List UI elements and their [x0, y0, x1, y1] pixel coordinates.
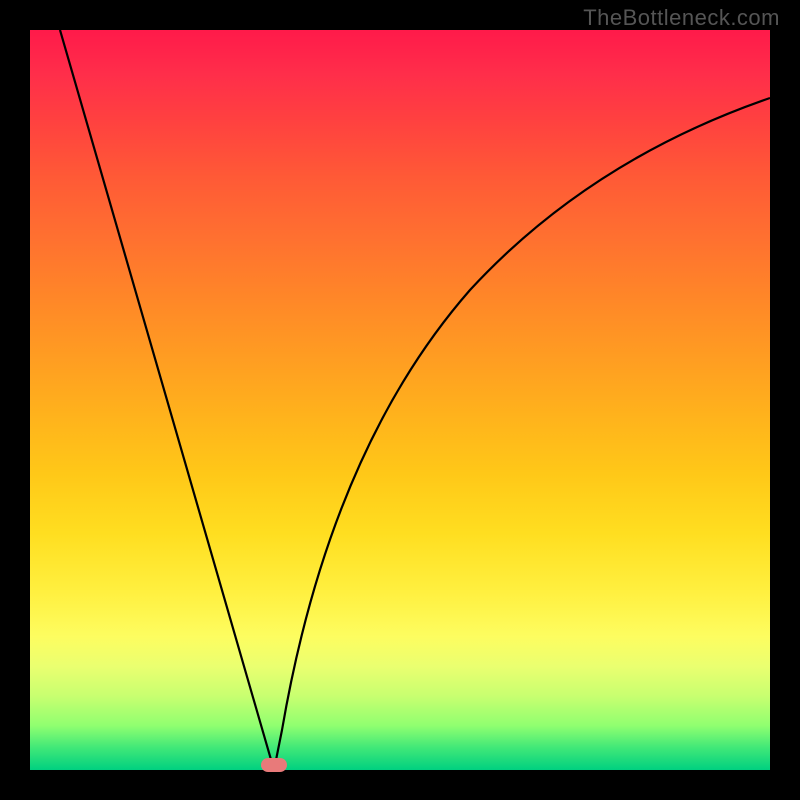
curve-left-branch: [60, 30, 274, 770]
plot-area: [30, 30, 770, 770]
chart-frame: TheBottleneck.com: [0, 0, 800, 800]
curve-right-branch: [274, 98, 770, 770]
minimum-marker: [261, 758, 287, 772]
watermark-text: TheBottleneck.com: [583, 5, 780, 31]
curve-svg: [30, 30, 770, 770]
